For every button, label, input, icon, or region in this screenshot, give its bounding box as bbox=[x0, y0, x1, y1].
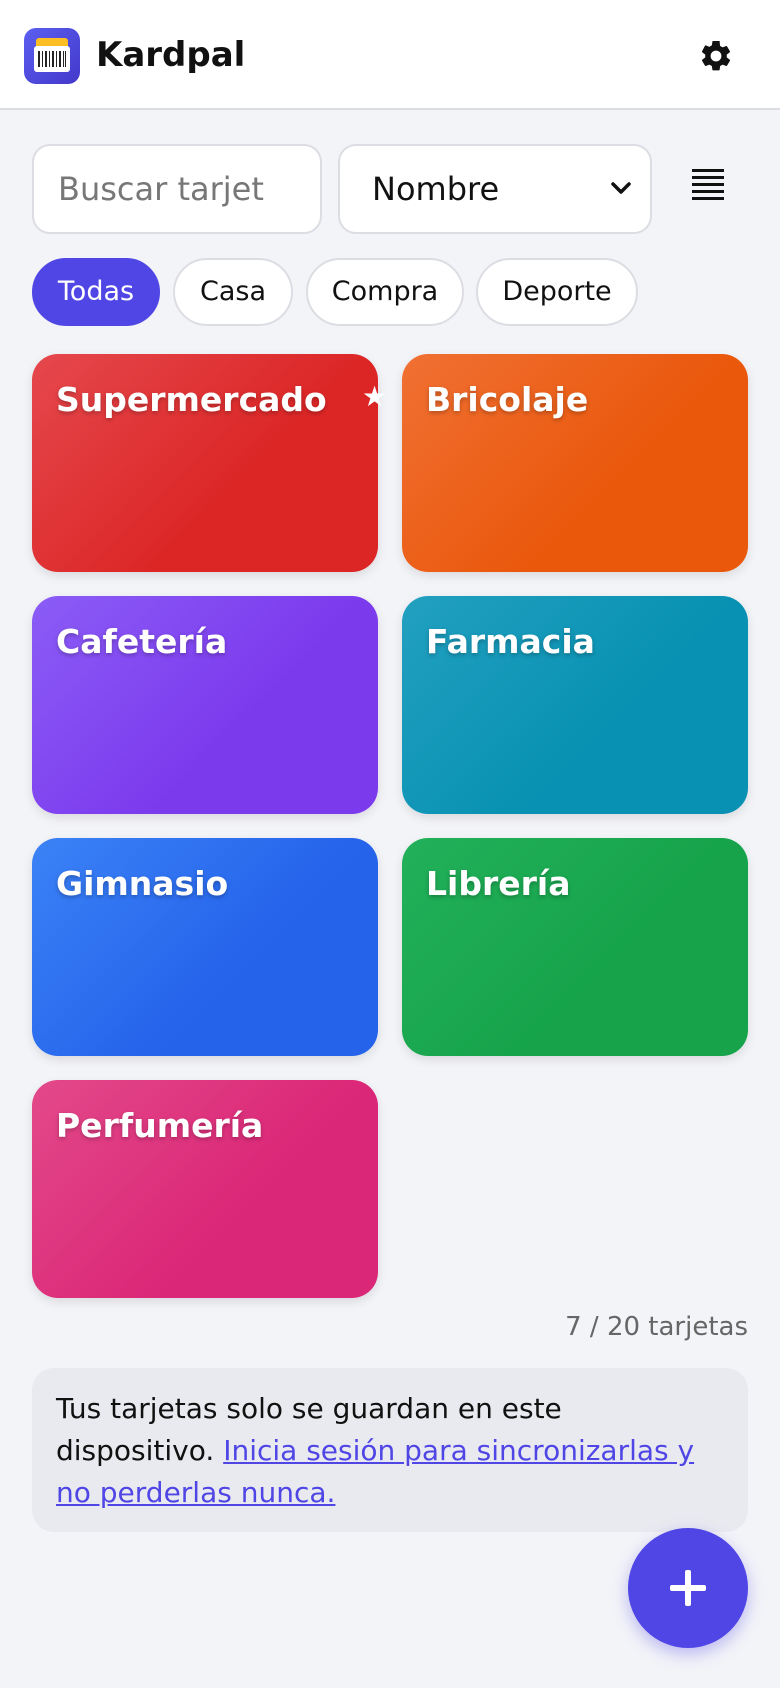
card-tile[interactable]: Gimnasio bbox=[32, 838, 378, 1056]
favorite-star-icon: ★ bbox=[362, 380, 388, 413]
filter-chip-todas[interactable]: Todas bbox=[32, 258, 160, 326]
sort-select[interactable]: Nombre bbox=[338, 144, 652, 234]
list-view-icon[interactable] bbox=[686, 164, 730, 204]
filter-chip-compra[interactable]: Compra bbox=[306, 258, 464, 326]
app-header: Kardpal bbox=[0, 0, 780, 110]
card-tile[interactable]: Farmacia bbox=[402, 596, 748, 814]
chevron-down-icon bbox=[611, 182, 631, 194]
filter-chip-deporte[interactable]: Deporte bbox=[476, 258, 638, 326]
card-name: Farmacia bbox=[426, 622, 595, 661]
card-tile[interactable]: Librería bbox=[402, 838, 748, 1056]
card-count: 7 / 20 tarjetas bbox=[565, 1312, 748, 1342]
card-name: Cafetería bbox=[56, 622, 228, 661]
card-name: Gimnasio bbox=[56, 864, 229, 903]
wallet-card-icon bbox=[24, 28, 80, 84]
card-name: Librería bbox=[426, 864, 571, 903]
add-card-button[interactable] bbox=[628, 1528, 748, 1648]
sort-selected-value: Nombre bbox=[372, 170, 500, 208]
app-title: Kardpal bbox=[96, 35, 246, 75]
card-tile[interactable]: Bricolaje bbox=[402, 354, 748, 572]
search-input[interactable] bbox=[32, 144, 322, 234]
gear-icon[interactable] bbox=[692, 32, 740, 80]
card-tile[interactable]: Cafetería bbox=[32, 596, 378, 814]
plus-icon bbox=[670, 1570, 706, 1606]
card-tile[interactable]: Supermercado ★ bbox=[32, 354, 387, 572]
card-name: Supermercado bbox=[56, 380, 327, 419]
card-name: Perfumería bbox=[56, 1106, 264, 1145]
card-tile[interactable]: Perfumería bbox=[32, 1080, 378, 1298]
sync-notice: Tus tarjetas solo se guardan en este dis… bbox=[32, 1368, 748, 1532]
card-name: Bricolaje bbox=[426, 380, 589, 419]
filter-chip-casa[interactable]: Casa bbox=[173, 258, 293, 326]
